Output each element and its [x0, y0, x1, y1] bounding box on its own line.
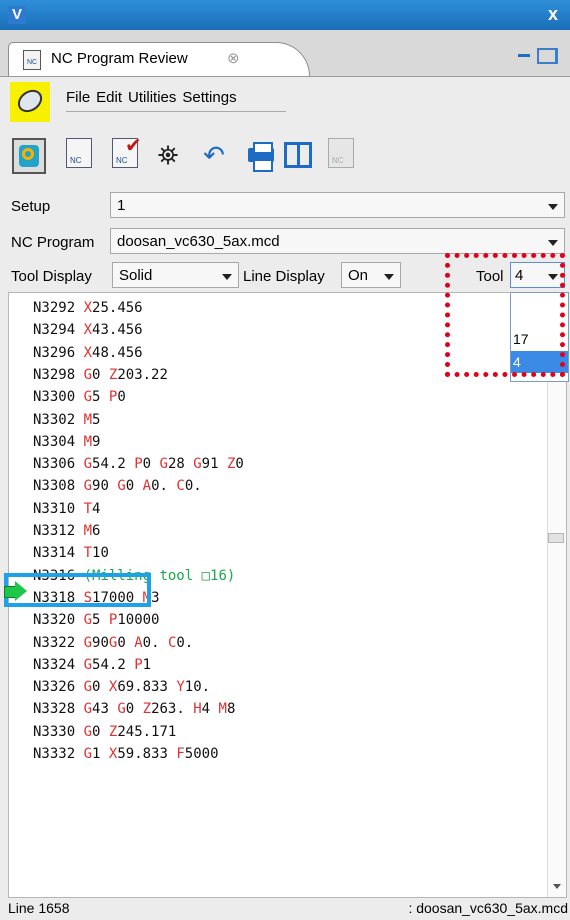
scroll-down-icon[interactable]: [553, 884, 561, 889]
menu-file[interactable]: File: [66, 89, 90, 106]
code-line[interactable]: N3310 T4: [33, 501, 100, 523]
code-line[interactable]: N3314 T10: [33, 545, 109, 567]
code-line[interactable]: N3328 G43 G0 Z263. H4 M8: [33, 701, 235, 723]
status-bar: Line 1658 : doosan_vc630_5ax.mcd: [0, 898, 570, 920]
code-line[interactable]: N3324 G54.2 P1: [33, 657, 151, 679]
binoculars-icon[interactable]: ⛯: [152, 138, 184, 172]
code-line[interactable]: N3294 X43.456: [33, 322, 143, 344]
code-line[interactable]: N3330 G0 Z245.171: [33, 724, 176, 746]
setup-label: Setup: [11, 198, 51, 215]
nc-disabled-icon: NC: [328, 138, 354, 168]
status-line-count: Line 1658: [8, 900, 70, 916]
nc-doc-icon: NC: [23, 50, 41, 70]
nc-file-button[interactable]: NC: [66, 138, 92, 168]
code-line[interactable]: N3296 X48.456: [33, 345, 143, 367]
line-display-select[interactable]: On: [341, 262, 401, 288]
code-line[interactable]: N3312 M6: [33, 523, 100, 545]
menu-settings[interactable]: Settings: [182, 89, 236, 106]
app-logo-icon: V: [8, 6, 26, 24]
title-bar: V x: [0, 0, 570, 30]
code-line[interactable]: N3326 G0 X69.833 Y10.: [33, 679, 210, 701]
scrollbar-thumb[interactable]: [548, 533, 564, 543]
chevron-down-icon: [548, 204, 558, 210]
code-line[interactable]: N3320 G5 P10000: [33, 612, 160, 634]
code-line[interactable]: N3308 G90 G0 A0. C0.: [33, 478, 202, 500]
code-line[interactable]: N3304 M9: [33, 434, 100, 456]
code-line[interactable]: N3322 G90G0 A0. C0.: [33, 635, 193, 657]
tab-close-icon[interactable]: ⊗: [227, 49, 240, 67]
restore-icon[interactable]: [537, 48, 558, 64]
tab-nc-program-review[interactable]: NC NC Program Review ⊗: [8, 42, 310, 76]
annotation-red-dotted-box: [445, 253, 565, 377]
verify-icon: [19, 145, 39, 167]
mouse-mode-button[interactable]: [10, 82, 50, 122]
code-line[interactable]: N3302 M5: [33, 412, 100, 434]
tool-display-label: Tool Display: [11, 268, 92, 285]
menu-bar: File Edit Utilities Settings: [0, 77, 570, 129]
chevron-down-icon: [222, 274, 232, 280]
window-close-button[interactable]: x: [548, 4, 558, 25]
nc-program-label: NC Program: [11, 234, 95, 251]
setup-value: 1: [117, 197, 126, 214]
split-view-icon[interactable]: [282, 138, 314, 172]
verify-button[interactable]: [12, 138, 46, 174]
line-display-label: Line Display: [243, 268, 325, 285]
toolbar: NC NC ✔ ⛯ ↶ NC: [0, 130, 570, 182]
line-display-value: On: [348, 267, 369, 284]
nc-program-value: doosan_vc630_5ax.mcd: [117, 233, 280, 250]
tab-strip: NC NC Program Review ⊗: [0, 30, 570, 77]
menu-utilities[interactable]: Utilities: [128, 89, 176, 106]
menu-items: File Edit Utilities Settings: [66, 89, 286, 112]
nc-program-select[interactable]: doosan_vc630_5ax.mcd: [110, 228, 565, 254]
code-line[interactable]: N3300 G5 P0: [33, 389, 126, 411]
tool-display-select[interactable]: Solid: [112, 262, 239, 288]
chevron-down-icon: [384, 274, 394, 280]
status-filename: : doosan_vc630_5ax.mcd: [408, 900, 568, 916]
code-line[interactable]: N3332 G1 X59.833 F5000: [33, 746, 219, 768]
mouse-icon: [13, 85, 47, 117]
minimize-icon[interactable]: [518, 54, 530, 57]
setup-select[interactable]: 1: [110, 192, 565, 218]
vertical-scrollbar[interactable]: [547, 293, 566, 897]
code-line[interactable]: N3298 G0 Z203.22: [33, 367, 168, 389]
tool-display-value: Solid: [119, 267, 153, 284]
undo-icon[interactable]: ↶: [198, 138, 230, 172]
menu-edit[interactable]: Edit: [96, 89, 122, 106]
tab-label: NC Program Review: [51, 50, 188, 67]
code-line[interactable]: N3306 G54.2 P0 G28 G91 Z0: [33, 456, 244, 478]
nc-check-button[interactable]: NC ✔: [112, 135, 142, 168]
printer-icon[interactable]: [244, 138, 276, 172]
setup-row: Setup 1: [0, 192, 570, 222]
chevron-down-icon: [548, 240, 558, 246]
nc-file-icon: NC: [70, 156, 82, 165]
code-line[interactable]: N3292 X25.456: [33, 300, 143, 322]
